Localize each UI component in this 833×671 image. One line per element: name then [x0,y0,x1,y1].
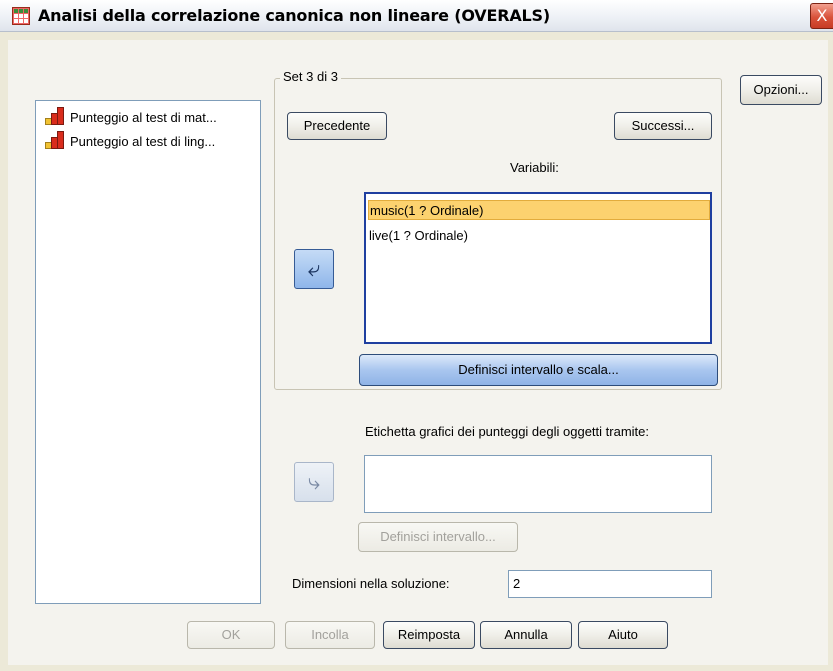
help-button[interactable]: Aiuto [578,621,668,649]
cancel-button[interactable]: Annulla [480,621,572,649]
arrow-left-icon: ⤶ [307,256,321,281]
reset-button[interactable]: Reimposta [383,621,475,649]
list-item[interactable]: music(1 ? Ordinale) [368,200,710,220]
previous-set-button[interactable]: Precedente [287,112,387,140]
list-item[interactable]: Punteggio al test di mat... [44,107,217,128]
dimensions-label: Dimensioni nella soluzione: [292,576,450,591]
list-item[interactable]: Punteggio al test di ling... [44,131,216,152]
window-title: Analisi della correlazione canonica non … [38,6,550,25]
next-set-button[interactable]: Successi... [614,112,712,140]
define-range-scale-button[interactable]: Definisci intervallo e scala... [359,354,718,386]
data-grid-app-icon [12,7,30,25]
set-group-legend: Set 3 di 3 [280,69,341,84]
ok-button[interactable]: OK [187,621,275,649]
variables-list[interactable]: music(1 ? Ordinale) live(1 ? Ordinale) [364,192,712,344]
arrow-right-icon: ⤷ [307,469,321,494]
define-range-button[interactable]: Definisci intervallo... [358,522,518,552]
object-label-field[interactable] [364,455,712,513]
move-variable-arrow-button[interactable]: ⤶ [294,249,334,289]
paste-button[interactable]: Incolla [285,621,375,649]
list-item-label: Punteggio al test di ling... [70,134,216,149]
move-label-arrow-button[interactable]: ⤷ [294,462,334,502]
list-item-label: Punteggio al test di mat... [70,110,217,125]
close-button[interactable]: X [810,3,833,29]
scale-measure-icon [44,107,64,125]
variables-label: Variabili: [510,160,559,175]
options-button[interactable]: Opzioni... [740,75,822,105]
scale-measure-icon [44,131,64,149]
list-item[interactable]: live(1 ? Ordinale) [368,226,710,246]
source-variable-list[interactable]: Punteggio al test di mat... Punteggio al… [35,100,261,604]
dimensions-input[interactable]: 2 [508,570,712,598]
object-label-caption: Etichetta grafici dei punteggi degli ogg… [365,424,650,439]
